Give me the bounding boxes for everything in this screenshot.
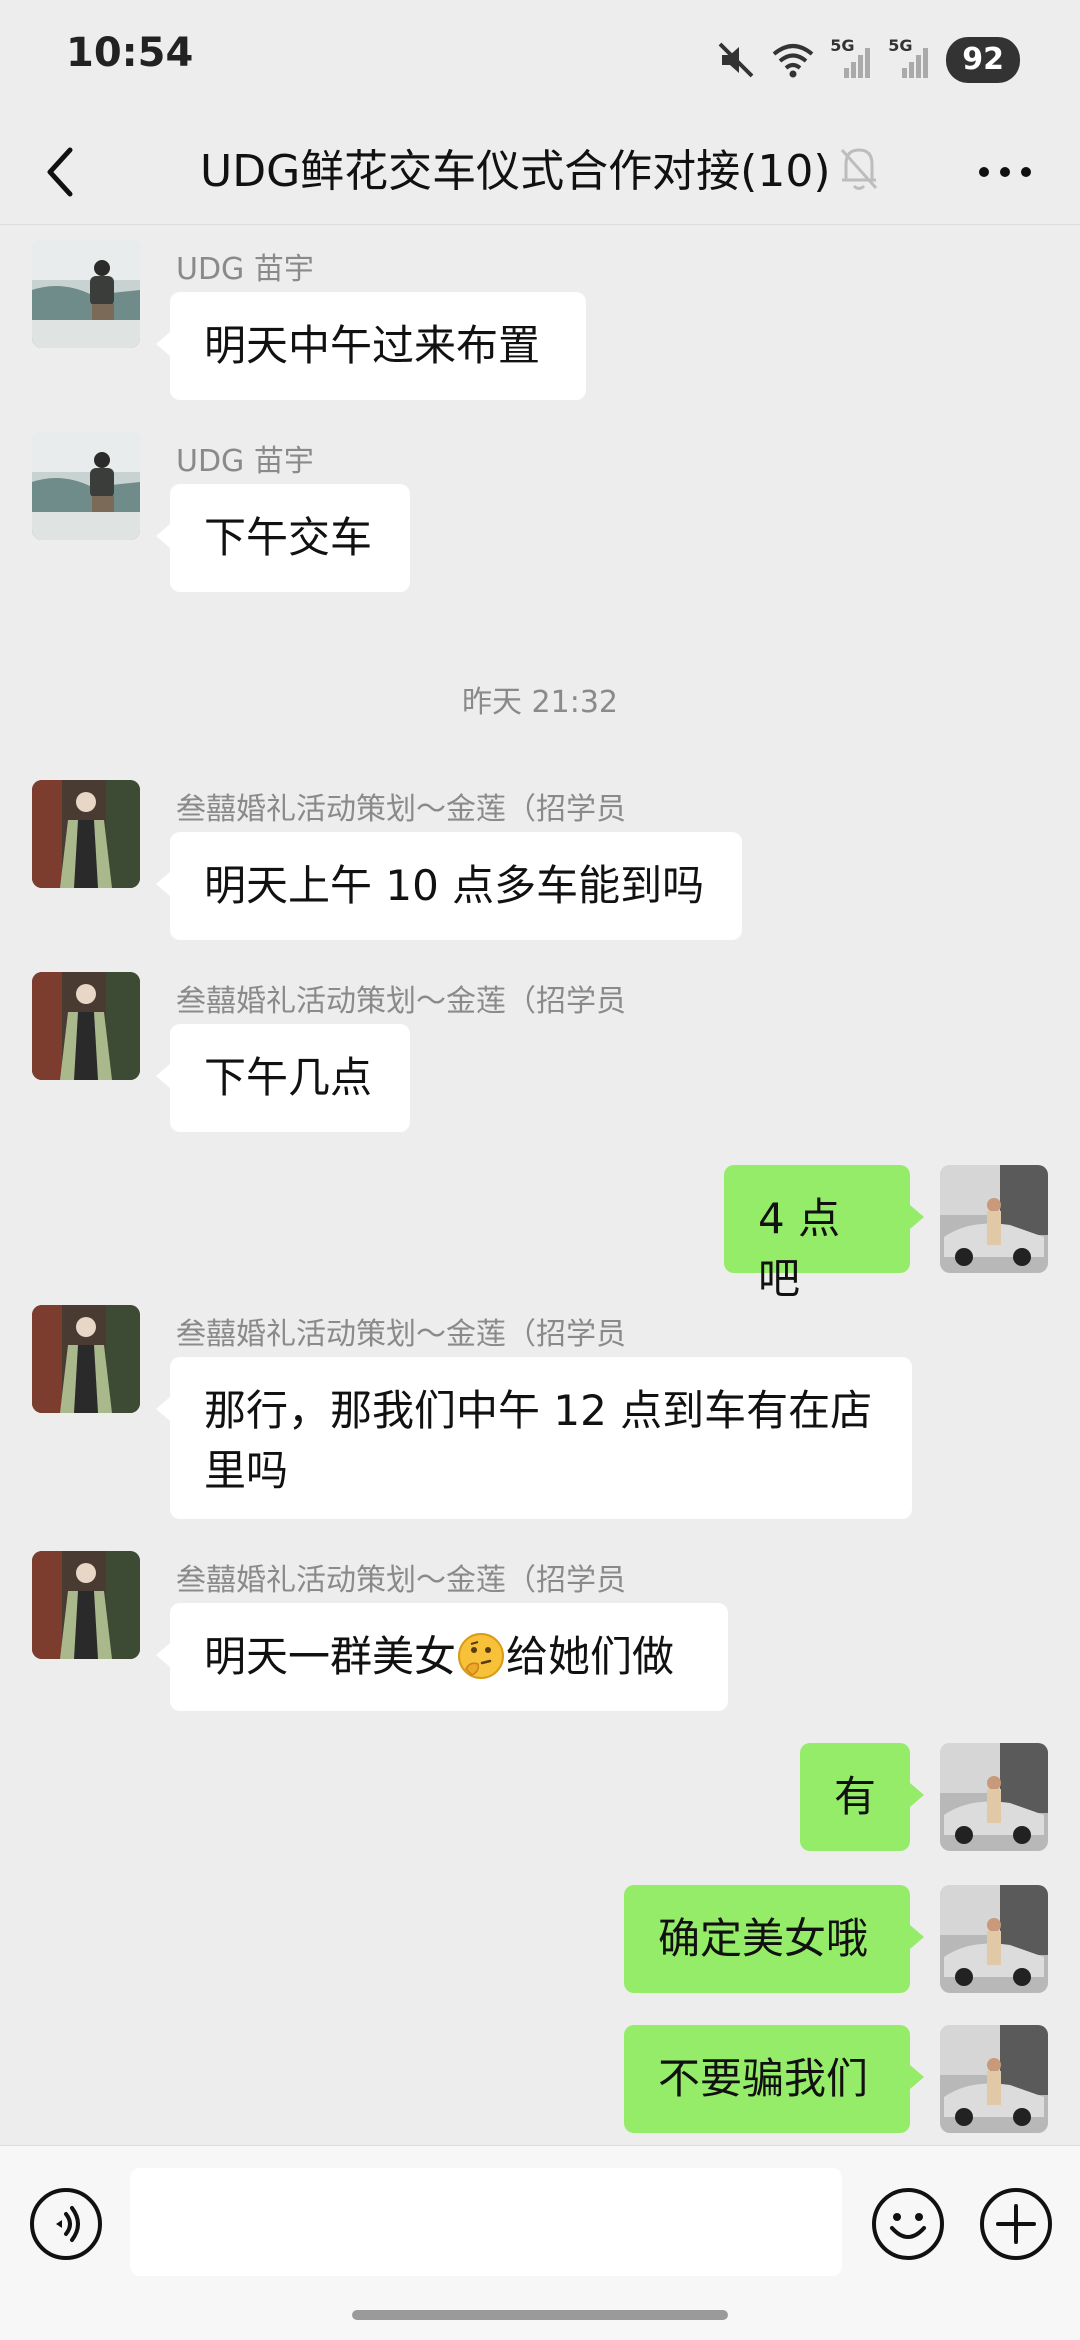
- message-outgoing: 有: [0, 1743, 1080, 1853]
- message-incoming: 叁囍婚礼活动策划～金莲（招学员 下午几点: [0, 972, 1080, 1132]
- message-incoming: 叁囍婚礼活动策划～金莲（招学员 明天上午 10 点多车能到吗: [0, 780, 1080, 940]
- voice-input-icon[interactable]: [28, 2186, 104, 2262]
- signal-bars-icon: [902, 48, 929, 78]
- message-bubble[interactable]: 不要骗我们: [624, 2025, 924, 2133]
- message-text: 明天中午过来布置: [204, 321, 541, 370]
- chat-screen: 10:54 5G 5G 92 UDG鲜花交车仪式合作对接(10) UDG 苗宇 …: [0, 0, 1080, 2340]
- chat-header: UDG鲜花交车仪式合作对接(10): [0, 120, 1080, 225]
- sender-name: UDG 苗宇: [176, 252, 314, 287]
- message-incoming: UDG 苗宇 明天中午过来布置: [0, 240, 1080, 400]
- avatar-sender-jinlian[interactable]: [32, 972, 140, 1080]
- avatar-image: [32, 240, 140, 348]
- avatar-image: [32, 1305, 140, 1413]
- sender-name: 叁囍婚礼活动策划～金莲（招学员: [176, 984, 626, 1019]
- status-bar: 10:54 5G 5G 92: [0, 0, 1080, 120]
- avatar-self[interactable]: [940, 1885, 1048, 1993]
- signal-5g-2: 5G: [888, 36, 932, 80]
- chat-title: UDG鲜花交车仪式合作对接(10): [200, 146, 831, 197]
- mute-icon: [718, 42, 754, 78]
- avatar-sender-jinlian[interactable]: [32, 1551, 140, 1659]
- signal-5g-1: 5G: [830, 36, 874, 80]
- avatar-sender-udg[interactable]: [32, 432, 140, 540]
- message-bubble[interactable]: 那行，那我们中午 12 点到车有在店 里吗: [156, 1357, 912, 1519]
- home-indicator[interactable]: [352, 2310, 728, 2320]
- avatar-image: [940, 1743, 1048, 1851]
- avatar-self[interactable]: [940, 1743, 1048, 1851]
- timestamp: 昨天 21:32: [462, 685, 618, 720]
- message-text: 明天上午 10 点多车能到吗: [204, 861, 705, 910]
- message-outgoing: 不要骗我们: [0, 2025, 1080, 2135]
- status-time: 10:54: [66, 30, 194, 76]
- message-text-before-emoji: 明天一群美女: [204, 1632, 457, 1681]
- message-outgoing: 4 点吧: [0, 1165, 1080, 1303]
- sender-name: 叁囍婚礼活动策划～金莲（招学员: [176, 1563, 626, 1598]
- message-bubble[interactable]: 下午交车: [156, 484, 410, 592]
- battery-indicator: 92: [946, 37, 1020, 83]
- avatar-self[interactable]: [940, 1165, 1048, 1273]
- signal-bars-icon: [844, 48, 871, 78]
- avatar-image: [32, 972, 140, 1080]
- message-incoming: 叁囍婚礼活动策划～金莲（招学员 那行，那我们中午 12 点到车有在店 里吗: [0, 1305, 1080, 1525]
- thinking-face-icon: [458, 1633, 505, 1679]
- message-outgoing: 确定美女哦: [0, 1885, 1080, 1995]
- avatar-sender-jinlian[interactable]: [32, 780, 140, 888]
- message-text-line-1: 那行，那我们中午 12 点到车有在店: [204, 1386, 873, 1435]
- message-incoming: 叁囍婚礼活动策划～金莲（招学员 明天一群美女 给她们做: [0, 1551, 1080, 1711]
- avatar-sender-jinlian[interactable]: [32, 1305, 140, 1413]
- avatar-image: [32, 432, 140, 540]
- avatar-self[interactable]: [940, 2025, 1048, 2133]
- message-text: 不要骗我们: [658, 2054, 869, 2103]
- message-text: 下午几点: [204, 1053, 373, 1102]
- emoji-icon[interactable]: [870, 2186, 946, 2262]
- avatar-image: [32, 780, 140, 888]
- message-bubble[interactable]: 确定美女哦: [624, 1885, 924, 1993]
- message-text-after-emoji: 给她们做: [506, 1632, 675, 1681]
- message-text: 下午交车: [204, 513, 373, 562]
- wifi-icon: [772, 44, 814, 78]
- more-options-icon[interactable]: [970, 142, 1040, 202]
- bell-muted-icon: [840, 148, 878, 190]
- message-bubble[interactable]: 明天中午过来布置: [156, 292, 586, 400]
- status-icons: 5G 5G 92: [716, 36, 1020, 84]
- message-bubble[interactable]: 明天一群美女 给她们做: [156, 1603, 728, 1711]
- message-bubble[interactable]: 下午几点: [156, 1024, 410, 1132]
- plus-icon[interactable]: [978, 2186, 1054, 2262]
- message-bubble[interactable]: 有: [800, 1743, 924, 1851]
- avatar-image: [940, 1885, 1048, 1993]
- message-input[interactable]: [130, 2168, 842, 2276]
- message-list[interactable]: UDG 苗宇 明天中午过来布置 UDG 苗宇 下午交车 昨天 21:32 叁囍婚…: [0, 225, 1080, 2145]
- sender-name: 叁囍婚礼活动策划～金莲（招学员: [176, 1317, 626, 1352]
- message-text: 确定美女哦: [658, 1914, 869, 1963]
- message-bubble[interactable]: 明天上午 10 点多车能到吗: [156, 832, 742, 940]
- message-bubble[interactable]: 4 点吧: [724, 1165, 924, 1303]
- message-text-line-2: 里吗: [204, 1446, 289, 1495]
- avatar-image: [940, 2025, 1048, 2133]
- back-arrow-icon[interactable]: [34, 142, 94, 202]
- message-text: 4 点吧: [758, 1194, 841, 1303]
- message-text: 有: [834, 1772, 877, 1821]
- avatar-image: [32, 1551, 140, 1659]
- avatar-sender-udg[interactable]: [32, 240, 140, 348]
- sender-name: 叁囍婚礼活动策划～金莲（招学员: [176, 792, 626, 827]
- avatar-image: [940, 1165, 1048, 1273]
- sender-name: UDG 苗宇: [176, 444, 314, 479]
- message-incoming: UDG 苗宇 下午交车: [0, 432, 1080, 592]
